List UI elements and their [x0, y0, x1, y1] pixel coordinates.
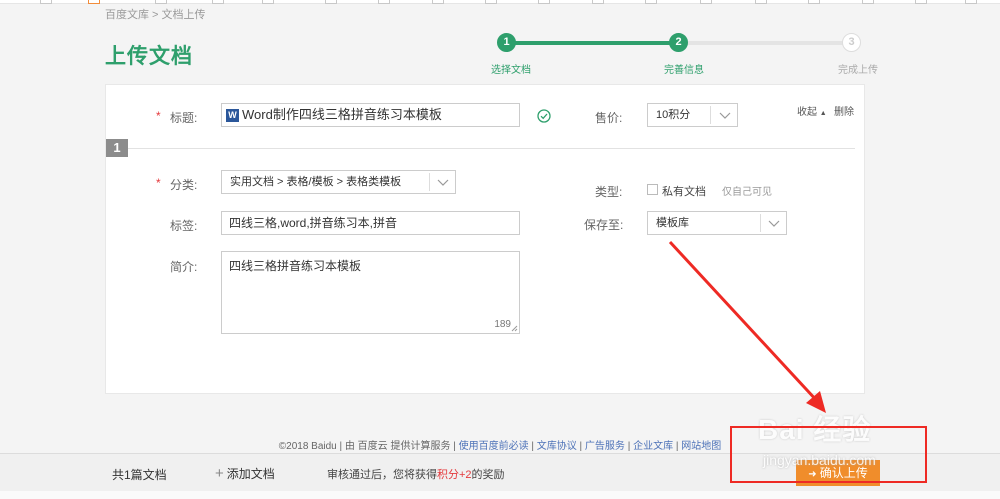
annotation-highlight-box — [730, 426, 927, 483]
